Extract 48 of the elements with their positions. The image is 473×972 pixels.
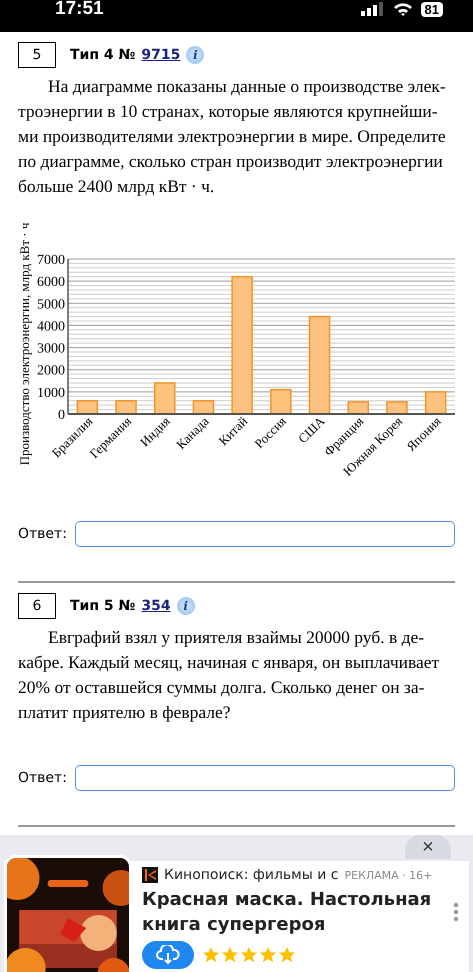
axis-title: Производство электроэнергии, млрд кВт · ч [17,222,32,466]
answer-label: Ответ: [18,770,67,786]
star-icon [240,946,258,964]
tick-label: 6000 [37,275,65,290]
bar [115,400,137,415]
ad-title: Красная маска. Настольная книга супергероя [142,888,432,937]
tick-label: 4000 [37,319,65,334]
bar [76,400,98,415]
bar [386,401,408,415]
answer-field[interactable] [74,521,455,547]
info-icon[interactable]: i [186,46,204,64]
logo-icon [142,867,158,883]
star-icon [202,946,220,964]
battery-level: 81 [420,2,443,16]
bar [348,401,369,415]
problem-number: 5 [18,42,56,68]
problem-type: Тип 5 № [70,598,136,614]
cloud-download-icon [156,945,180,965]
tick-label: 0 [58,408,65,423]
star-icon [221,946,239,964]
bar [154,382,176,415]
problem-text: На диаграмме показаны данные о производстве элек- троэнергии в 10 странах, которые являются крупнейши- ми производителями электроэнергии в мире. Определите по диаграмме, сколько стран производит электроэнергии больше 2400 млрд кВт · ч. [18,75,447,198]
star-icon [278,946,296,964]
problem-type: Тип 4 № [70,47,136,63]
star-icon [259,946,277,964]
signal-icon [360,2,385,16]
tick-label: 2000 [37,364,65,379]
more-icon[interactable] [453,902,459,922]
ad-source: Кинопоиск: фильмы и с [164,867,338,883]
info-icon[interactable]: i [176,597,195,615]
answer-label: Ответ: [18,526,67,542]
bar [192,400,214,415]
tick-label: 1000 [37,386,65,401]
problem-number: 6 [18,593,56,619]
clock-time: 17:51 [55,0,104,20]
problem-link[interactable]: 354 [141,598,171,614]
problem-text: Евграфий взял у приятеля взаймы 20000 руб. в де- кабре. Каждый месяц, начиная с января, он выплачивает 20% от оставшейся суммы долга. Сколько денег он за- платит приятелю в феврале? [18,626,440,724]
tick-label: 7000 [37,253,65,268]
wifi-icon [392,2,413,16]
bar [270,388,292,415]
problem-link[interactable]: 9715 [141,47,180,63]
answer-field[interactable] [74,765,455,791]
bar [424,391,446,415]
ad-label: РЕКЛАМА · 16+ [344,868,432,882]
tick-label: 5000 [37,297,65,312]
download-button[interactable] [142,941,194,969]
tick-label: 3000 [37,342,65,357]
close-button[interactable]: × [405,835,451,859]
